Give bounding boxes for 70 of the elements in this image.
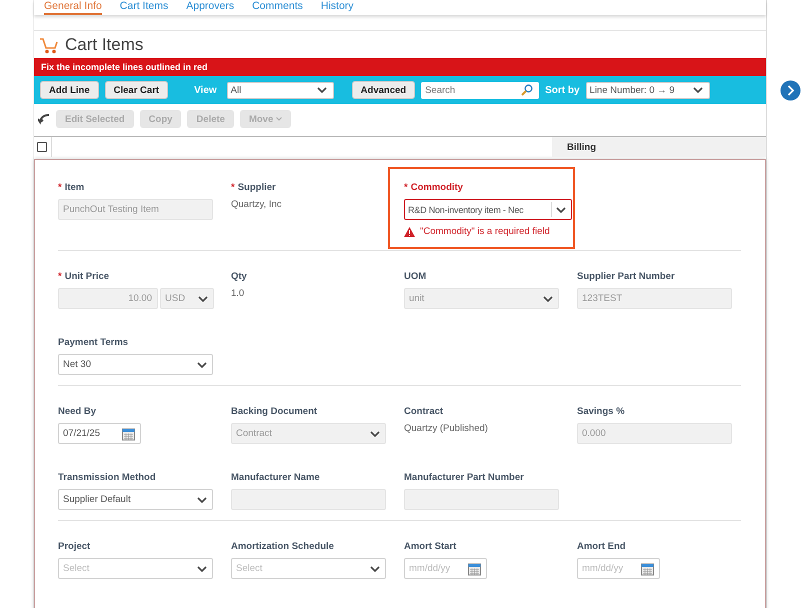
tab[interactable]: General Info	[44, 0, 102, 15]
toolbar-button[interactable]: Clear Cart	[104, 81, 168, 99]
field-label: Amortization Schedule	[231, 541, 334, 552]
field-label: Item	[64, 182, 84, 193]
collapse-icon[interactable]	[38, 113, 50, 125]
section-title: Cart Items	[65, 35, 144, 55]
field-label: Savings %	[577, 406, 625, 417]
tab[interactable]: Approvers	[186, 0, 234, 13]
view-label: View	[194, 84, 217, 96]
column-header: Billing	[552, 137, 766, 157]
date-field[interactable]: mm/dd/yy	[577, 558, 660, 579]
calendar-icon[interactable]	[468, 562, 481, 575]
select-all-checkbox[interactable]	[37, 142, 47, 152]
required-mark: *	[231, 182, 235, 193]
field-label: Commodity	[410, 182, 463, 193]
calendar-icon[interactable]	[641, 562, 654, 575]
field-label: Supplier	[238, 182, 276, 193]
select-field[interactable]: R&D Non-inventory item - Nec	[404, 199, 572, 220]
error-message: "Commodity" is a required field	[420, 226, 550, 237]
cart-icon	[39, 36, 59, 54]
select-field[interactable]: Select	[231, 558, 386, 579]
sort-select[interactable]: Line Number: 0 → 9	[586, 82, 710, 98]
field-value: Quartzy, Inc	[231, 199, 282, 210]
required-mark: *	[404, 182, 408, 193]
search-icon	[521, 84, 534, 96]
date-field[interactable]: mm/dd/yy	[404, 558, 487, 579]
chevron-down-icon	[692, 87, 703, 93]
field-label: Payment Terms	[58, 337, 128, 348]
chevron-down-icon	[198, 296, 208, 302]
field-label: UOM	[404, 271, 426, 282]
date-field[interactable]: 07/21/25	[58, 423, 141, 444]
field-label: Amort End	[577, 541, 626, 552]
required-mark: *	[58, 271, 62, 282]
tab[interactable]: History	[320, 0, 354, 13]
field-label: Project	[58, 541, 90, 552]
field-label: Qty	[231, 271, 247, 282]
caret-icon	[276, 117, 282, 121]
field-value: Quartzy (Published)	[404, 423, 488, 434]
chevron-down-icon	[197, 362, 207, 368]
chevron-down-icon	[316, 87, 327, 93]
error-banner: Fix the incomplete lines outlined in red	[34, 58, 766, 76]
chevron-down-icon	[370, 566, 380, 572]
advanced-button[interactable]: Advanced	[352, 81, 416, 99]
required-mark: *	[58, 182, 62, 193]
select-field[interactable]: Select	[58, 558, 213, 579]
chevron-down-icon	[543, 296, 553, 302]
field-label: Unit Price	[64, 271, 110, 282]
chevron-down-icon	[370, 430, 380, 436]
field-value: 1.0	[231, 288, 244, 299]
view-select[interactable]: All	[226, 82, 334, 98]
field-label: Manufacturer Part Number	[404, 472, 524, 483]
chevron-down-icon	[197, 566, 207, 572]
select-field[interactable]: Net 30	[58, 354, 213, 375]
field-label: Contract	[404, 406, 444, 417]
field-label: Amort Start	[404, 541, 456, 552]
field-label: Supplier Part Number	[577, 271, 675, 282]
field-label: Manufacturer Name	[231, 472, 320, 483]
field-label: Backing Document	[231, 406, 318, 417]
chevron-down-icon	[556, 206, 566, 212]
chevron-down-icon	[197, 496, 207, 502]
tab[interactable]: Comments	[252, 0, 303, 13]
warning-icon	[404, 226, 415, 236]
tab[interactable]: Cart Items	[120, 0, 168, 13]
sort-label: Sort by	[545, 84, 580, 96]
search-field[interactable]: Search	[421, 82, 540, 98]
select-field[interactable]: Supplier Default	[58, 489, 213, 510]
field-label: Transmission Method	[58, 472, 156, 483]
calendar-icon[interactable]	[122, 427, 135, 440]
toolbar-button[interactable]: Add Line	[40, 81, 99, 99]
field-label: Need By	[58, 406, 96, 417]
